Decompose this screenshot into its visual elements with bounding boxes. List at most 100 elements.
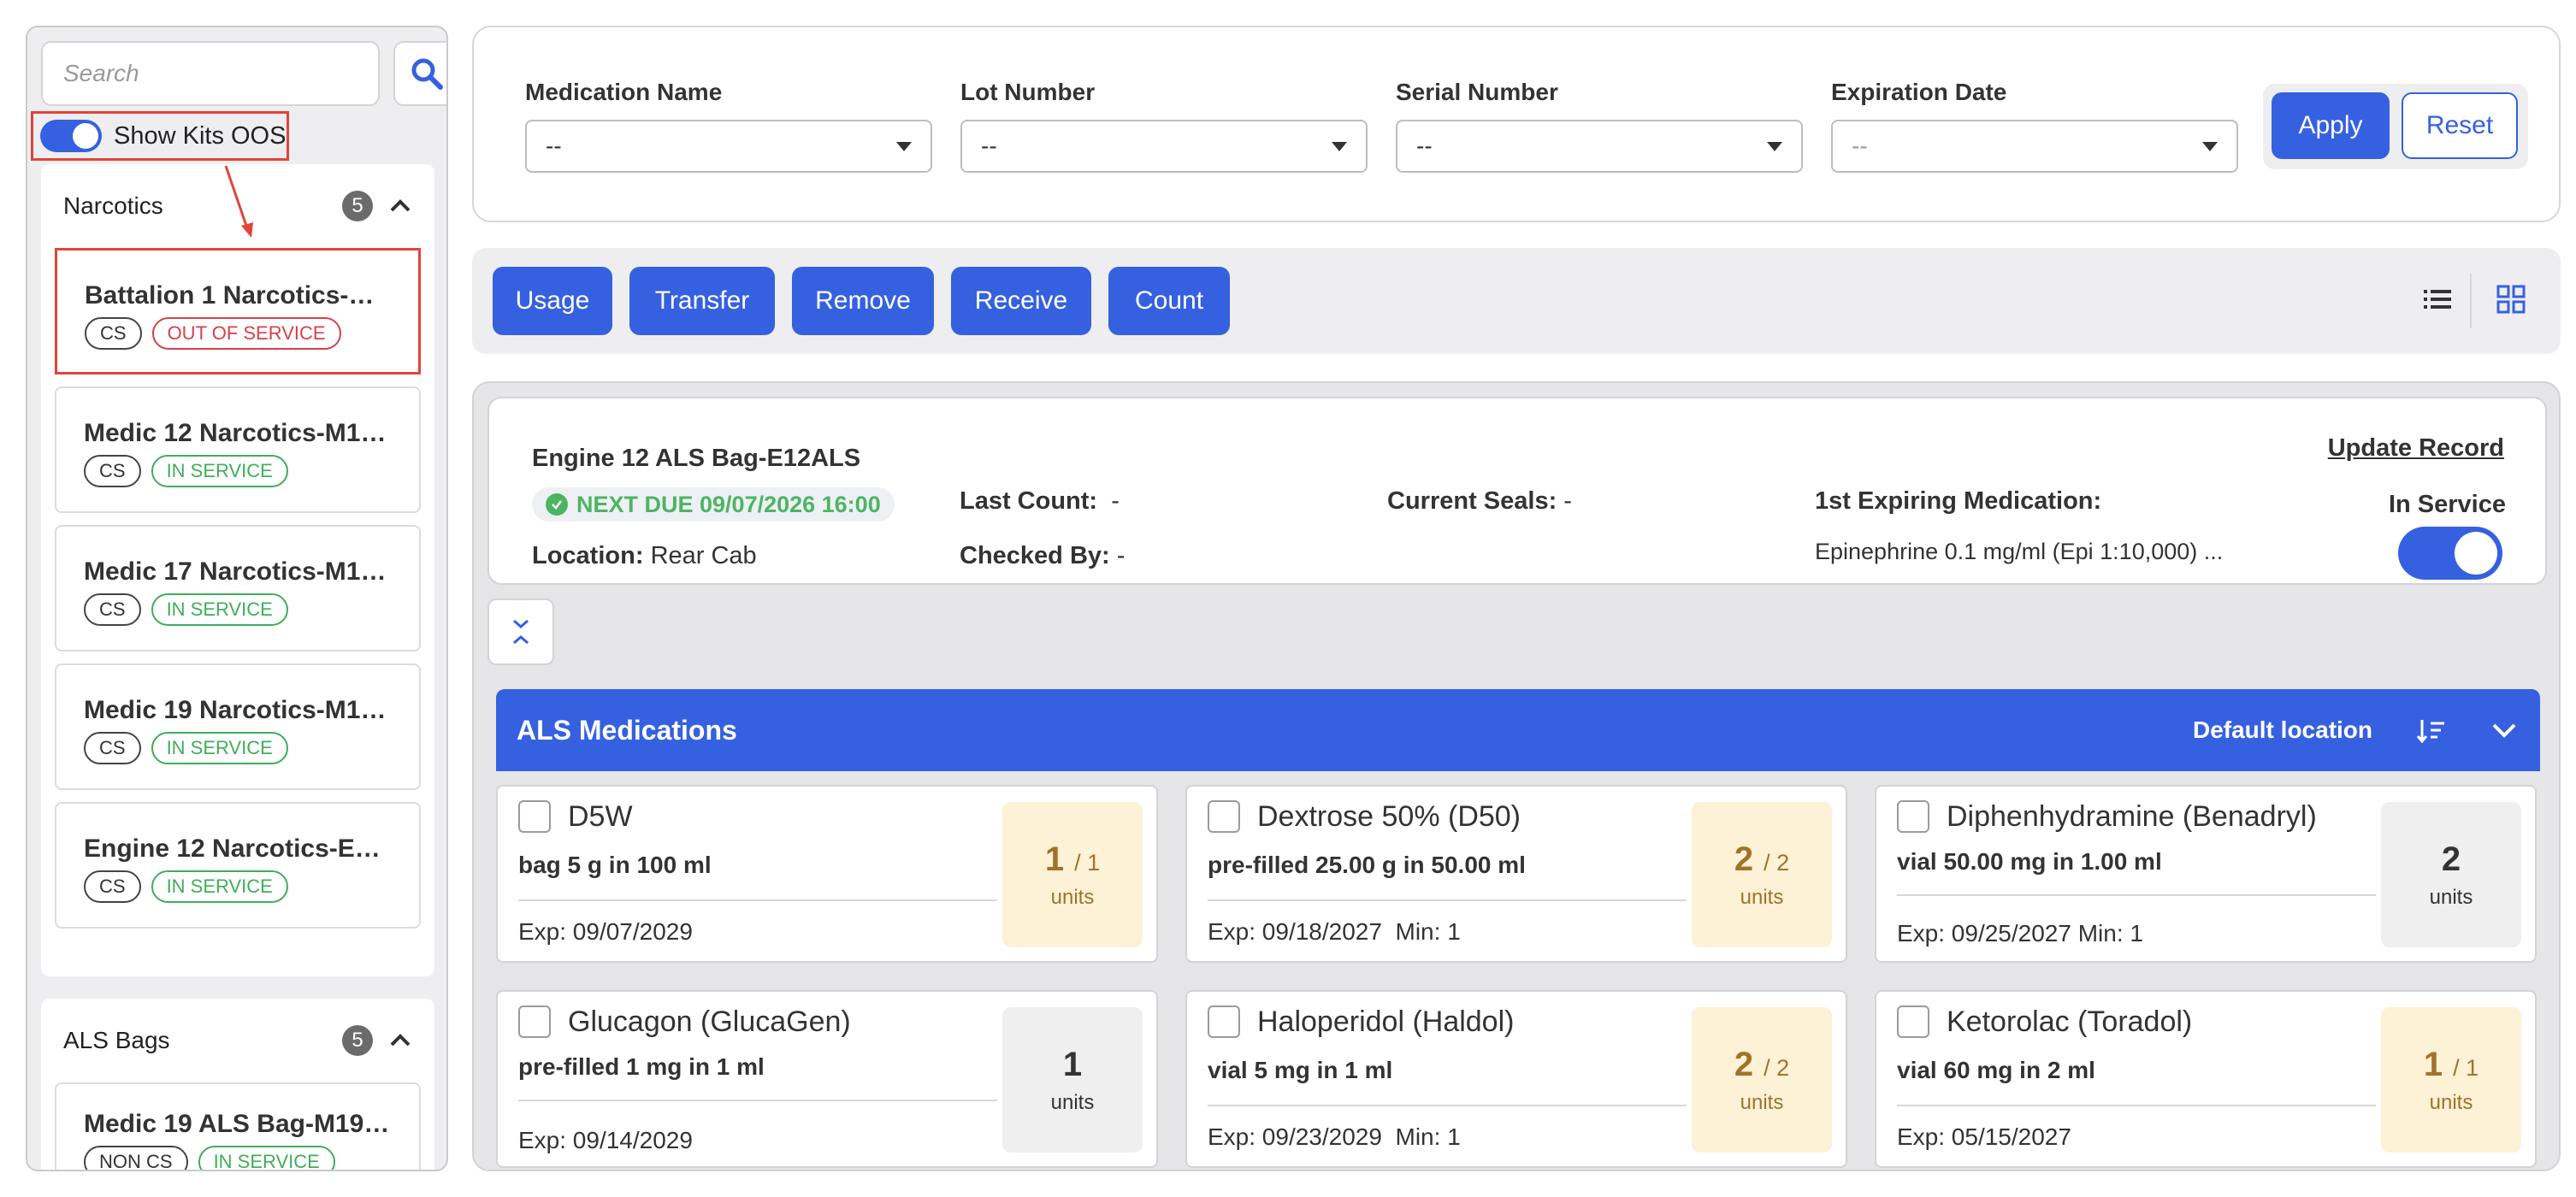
filter-label: Expiration Date (1831, 79, 2007, 105)
group-narcotics: Narcotics 5 Battalion 1 Narcotics-BC... … (41, 164, 434, 976)
filter-lot-number: Lot Number -- (960, 79, 1368, 173)
kit-name: Medic 19 Narcotics-M19... (84, 696, 392, 724)
kit-type-badge: NON CS (84, 1146, 188, 1170)
checked-by-value: - (1116, 542, 1126, 569)
medication-expiration: Exp: 09/07/2029 (518, 918, 693, 945)
count-button[interactable]: Count (1108, 267, 1230, 335)
location-info: Location: Rear Cab (532, 542, 757, 570)
filter-label: Medication Name (525, 79, 723, 105)
caret-down-icon (1332, 141, 1347, 151)
location-value: Rear Cab (650, 542, 757, 569)
current-seals-value: - (1563, 487, 1572, 515)
medication-name: Ketorolac (Toradol) (1947, 1005, 2193, 1038)
kit-card-medic-17-narcotics[interactable]: Medic 17 Narcotics-M17... CS IN SERVICE (55, 525, 421, 652)
chevron-down-icon[interactable] (2489, 715, 2520, 746)
medication-description: vial 60 mg in 2 ml (1897, 1057, 2095, 1083)
medication-name: Diphenhydramine (Benadryl) (1947, 800, 2317, 833)
medication-checkbox[interactable] (1897, 800, 1929, 833)
min-text: Min: 1 (1395, 918, 1461, 945)
collapse-button[interactable] (487, 598, 554, 665)
medication-checkbox[interactable] (1897, 1005, 1929, 1038)
remove-button[interactable]: Remove (792, 267, 934, 335)
view-toggle-divider (2470, 274, 2472, 328)
unit-max: / 2 (1764, 1054, 1790, 1081)
medication-checkbox[interactable] (1208, 800, 1240, 833)
unit-label: units (1050, 1090, 1095, 1114)
unit-quantity: 2 (2441, 840, 2461, 878)
unit-quantity: 2 (1734, 840, 1754, 878)
sort-icon[interactable] (2415, 713, 2449, 747)
caret-down-icon (2202, 141, 2218, 151)
unit-quantity: 2 (1734, 1045, 1754, 1083)
apply-reset-group: Apply Reset (2263, 84, 2528, 169)
next-due-badge: NEXT DUE 09/07/2026 16:00 (532, 487, 895, 522)
unit-max: / 1 (1074, 849, 1101, 876)
unit-count-box: 2 / 2 units (1692, 802, 1832, 947)
last-count-label: Last Count: (960, 487, 1098, 515)
current-seals-info: Current Seals: - (1387, 487, 1572, 516)
in-service-toggle[interactable] (2398, 527, 2502, 580)
divider (1897, 1105, 2376, 1106)
medication-expiration: Exp: 09/14/2029 (518, 1127, 693, 1153)
last-count-info: Last Count: - (960, 487, 1120, 516)
chevron-up-icon[interactable] (388, 1029, 412, 1053)
checked-by-info: Checked By: - (960, 542, 1125, 570)
filter-label: Lot Number (960, 79, 1096, 105)
divider (518, 899, 997, 901)
medication-description: bag 5 g in 100 ml (518, 852, 712, 878)
kit-name: Engine 12 Narcotics-E12... (84, 834, 392, 863)
medication-name: Haloperidol (Haldol) (1257, 1005, 1515, 1038)
status-badge: IN SERVICE (151, 455, 288, 487)
group-header-als-bags[interactable]: ALS Bags 5 (41, 999, 434, 1082)
medication-card-ketorolac[interactable]: Ketorolac (Toradol) vial 60 mg in 2 ml E… (1875, 990, 2537, 1168)
update-record-link[interactable]: Update Record (2328, 434, 2504, 463)
medication-checkbox[interactable] (518, 800, 551, 833)
default-location-label[interactable]: Default location (2193, 716, 2372, 744)
serial-number-select[interactable]: -- (1396, 120, 1803, 173)
reset-button[interactable]: Reset (2402, 92, 2518, 159)
unit-quantity: 1 (1044, 840, 1065, 878)
unit-label: units (2429, 1090, 2473, 1114)
medication-checkbox[interactable] (1208, 1005, 1240, 1038)
medication-card-dextrose[interactable]: Dextrose 50% (D50) pre-filled 25.00 g in… (1185, 785, 1847, 963)
medication-description: pre-filled 25.00 g in 50.00 ml (1208, 852, 1526, 878)
next-due-text: NEXT DUE 09/07/2026 16:00 (576, 491, 881, 517)
kit-card-medic-19-narcotics[interactable]: Medic 19 Narcotics-M19... CS IN SERVICE (55, 663, 421, 790)
unit-label: units (1740, 1090, 1784, 1114)
usage-button[interactable]: Usage (493, 267, 612, 335)
kit-card-medic-19-als-bag[interactable]: Medic 19 ALS Bag-M19ALS NON CS IN SERVIC… (55, 1082, 421, 1170)
expiration-date-select[interactable]: -- (1831, 120, 2238, 173)
unit-label: units (2429, 885, 2473, 909)
medication-card-haloperidol[interactable]: Haloperidol (Haldol) vial 5 mg in 1 ml E… (1185, 990, 1847, 1168)
medication-description: vial 5 mg in 1 ml (1208, 1057, 1393, 1083)
receive-button[interactable]: Receive (951, 267, 1091, 335)
caret-down-icon (896, 141, 912, 151)
medication-name-select[interactable]: -- (525, 120, 932, 173)
lot-number-select[interactable]: -- (960, 120, 1368, 173)
medication-checkbox[interactable] (518, 1005, 551, 1038)
apply-button[interactable]: Apply (2272, 92, 2390, 159)
medication-card-glucagon[interactable]: Glucagon (GlucaGen) pre-filled 1 mg in 1… (496, 990, 1158, 1168)
location-label: Location: (532, 542, 644, 569)
unit-label: units (1740, 885, 1784, 909)
grid-view-icon[interactable] (2494, 282, 2528, 316)
kit-card-battalion-1-narcotics[interactable]: Battalion 1 Narcotics-BC... CS OUT OF SE… (55, 248, 421, 374)
medication-card-d5w[interactable]: D5W bag 5 g in 100 ml Exp: 09/07/2029 1 /… (496, 785, 1158, 963)
unit-max: / 2 (1764, 849, 1790, 876)
als-medications-header[interactable]: ALS Medications Default location (496, 689, 2540, 771)
status-badge: IN SERVICE (151, 870, 288, 903)
kit-card-medic-12-narcotics[interactable]: Medic 12 Narcotics-M12... CS IN SERVICE (55, 386, 421, 513)
medication-expiration: Exp: 09/23/2029 Min: 1 (1208, 1123, 1461, 1151)
unit-count-box: 2 units (2381, 802, 2521, 947)
medication-card-diphenhydramine[interactable]: Diphenhydramine (Benadryl) vial 50.00 mg… (1875, 785, 2537, 963)
medication-expiration: Exp: 09/25/2027 Min: 1 (1897, 920, 2143, 947)
transfer-button[interactable]: Transfer (629, 267, 775, 335)
last-count-value: - (1111, 487, 1120, 515)
kit-card-engine-12-narcotics[interactable]: Engine 12 Narcotics-E12... CS IN SERVICE (55, 802, 421, 929)
kit-name: Medic 12 Narcotics-M12... (84, 419, 392, 447)
check-circle-icon (546, 493, 568, 516)
list-view-icon[interactable] (2420, 282, 2455, 316)
unit-count-box: 1 / 1 units (1002, 802, 1143, 947)
kit-name: Battalion 1 Narcotics-BC... (85, 281, 391, 310)
status-badge: IN SERVICE (151, 732, 288, 764)
